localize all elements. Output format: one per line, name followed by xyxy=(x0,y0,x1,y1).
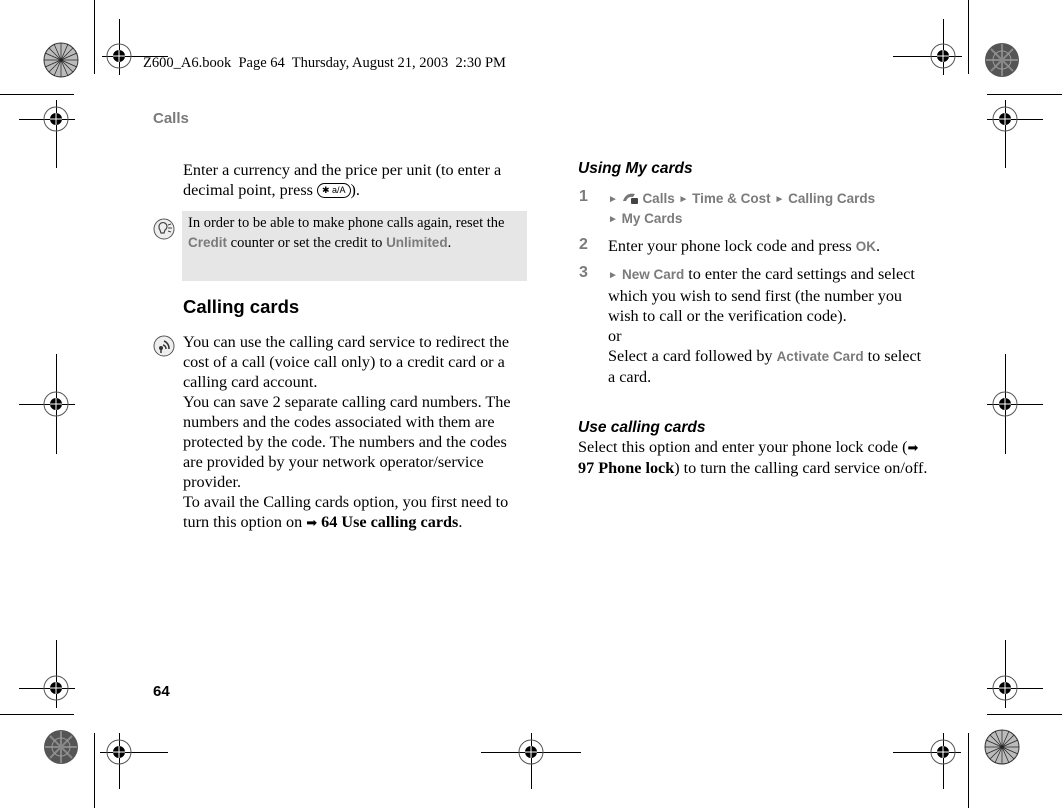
triangle-icon: ► xyxy=(608,214,618,225)
network-service-icon xyxy=(153,335,175,357)
menu-item-my-cards: My Cards xyxy=(621,211,683,226)
calls-phone-icon xyxy=(622,191,639,205)
step-or: or xyxy=(608,327,622,345)
cross-reference-link[interactable]: 64 Use calling cards xyxy=(321,513,458,531)
note-text-part: counter or set the credit to xyxy=(227,235,387,251)
cross-reference-arrow-icon: ➡ xyxy=(306,515,318,530)
use-text: ) to turn the calling card service on/of… xyxy=(674,459,928,477)
crop-line xyxy=(968,733,969,808)
description-paragraph: To avail the Calling cards option, you f… xyxy=(183,492,528,533)
registration-mark-icon xyxy=(926,735,960,769)
registration-mark-icon xyxy=(514,735,548,769)
registration-mark-icon xyxy=(926,39,960,73)
menu-item-unlimited: Unlimited xyxy=(386,235,448,250)
menu-item-time-cost: Time & Cost xyxy=(692,191,771,206)
intro-paragraph: Enter a currency and the price per unit … xyxy=(183,160,528,200)
use-text: Select this option and enter your phone … xyxy=(578,438,908,456)
lightbulb-tip-icon xyxy=(153,218,175,240)
book-slug-line: Z600_A6.book Page 64 Thursday, August 21… xyxy=(143,55,506,71)
running-head: Calls xyxy=(153,110,189,127)
step-3-text: ► New Card to enter the card settings an… xyxy=(608,264,928,387)
crop-line xyxy=(987,714,1062,715)
description-paragraph: You can save 2 separate calling card num… xyxy=(183,393,511,491)
registration-mark-icon xyxy=(39,387,73,421)
registration-mark-icon xyxy=(39,671,73,705)
menu-item-new-card: New Card xyxy=(621,267,685,282)
note-text-part: . xyxy=(447,235,452,251)
starburst-target-icon xyxy=(43,42,79,78)
crop-line xyxy=(0,714,74,715)
note-text-part: In order to be able to make phone calls … xyxy=(188,215,505,231)
menu-item-calling-cards: Calling Cards xyxy=(788,191,876,206)
triangle-icon: ► xyxy=(608,194,618,205)
cross-reference-arrow-icon: ➡ xyxy=(907,440,919,455)
calling-cards-description: You can use the calling card service to … xyxy=(183,332,528,533)
note-text: In order to be able to make phone calls … xyxy=(188,214,523,253)
step-2-text: Enter your phone lock code and press OK. xyxy=(608,236,928,257)
use-calling-cards-text: Select this option and enter your phone … xyxy=(578,437,928,478)
registration-mark-icon xyxy=(102,735,136,769)
step-text: Select a card followed by xyxy=(608,347,777,365)
subheading-using-my-cards: Using My cards xyxy=(578,160,693,177)
menu-item-calls: Calls xyxy=(642,191,675,206)
step-3-line: ► New Card to enter the card settings an… xyxy=(608,264,928,326)
description-paragraph: You can use the calling card service to … xyxy=(183,333,510,391)
triangle-icon: ► xyxy=(678,194,689,205)
color-wheel-icon xyxy=(984,42,1020,78)
step-3-line: Select a card followed by Activate Card … xyxy=(608,346,928,387)
cross-reference-link[interactable]: 97 Phone lock xyxy=(578,459,674,477)
triangle-icon: ► xyxy=(608,270,618,281)
triangle-icon: ► xyxy=(774,194,785,205)
step-number: 3 xyxy=(579,264,588,281)
step-number: 2 xyxy=(579,236,588,253)
registration-mark-icon xyxy=(39,102,73,136)
intro-text-end: ). xyxy=(350,181,360,199)
subheading-use-calling-cards: Use calling cards xyxy=(578,419,706,436)
crop-line xyxy=(987,94,1062,95)
star-key-icon: ✱ a/A xyxy=(316,183,351,198)
registration-mark-icon xyxy=(988,102,1022,136)
crop-line xyxy=(0,94,74,95)
description-text: . xyxy=(458,513,463,531)
color-wheel-icon xyxy=(43,729,79,765)
step-text: Enter your phone lock code and press xyxy=(608,237,856,255)
menu-item-ok: OK xyxy=(855,239,876,254)
menu-item-activate-card: Activate Card xyxy=(776,349,864,364)
step-1-menu-path: ► Calls ► Time & Cost ► Calling Cards ► … xyxy=(608,189,928,229)
section-heading-calling-cards: Calling cards xyxy=(183,296,300,317)
registration-mark-icon xyxy=(988,671,1022,705)
step-number: 1 xyxy=(579,188,588,205)
crop-line xyxy=(94,0,95,74)
page-number: 64 xyxy=(153,683,170,700)
registration-mark-icon xyxy=(988,387,1022,421)
menu-item-credit: Credit xyxy=(188,235,228,250)
crop-line xyxy=(968,0,969,74)
crop-line xyxy=(94,733,95,808)
step-text: . xyxy=(875,237,880,255)
registration-mark-icon xyxy=(102,39,136,73)
starburst-target-icon xyxy=(984,729,1020,765)
